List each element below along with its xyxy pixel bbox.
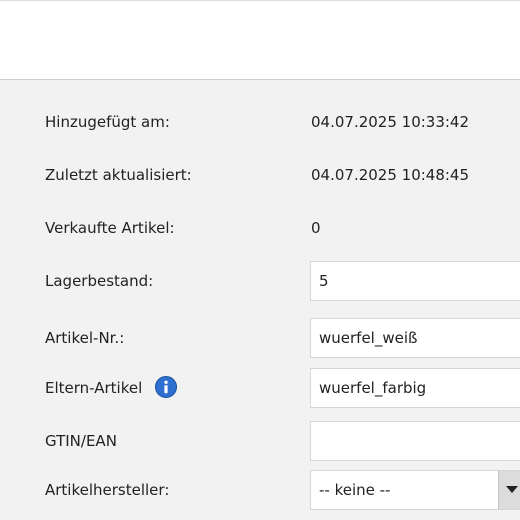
stock-label: Lagerbestand: bbox=[45, 272, 154, 290]
row-manufacturer: Artikelhersteller: -- keine -- bbox=[0, 470, 520, 510]
added-value: 04.07.2025 10:33:42 bbox=[311, 113, 470, 131]
row-sold: Verkaufte Artikel: 0 bbox=[0, 208, 520, 248]
gtin-input[interactable] bbox=[310, 421, 520, 461]
parent-label: Eltern-Artikel bbox=[45, 379, 143, 397]
parent-label-wrap: Eltern-Artikel bbox=[45, 368, 178, 408]
article-no-input[interactable] bbox=[310, 318, 520, 358]
manufacturer-label: Artikelhersteller: bbox=[45, 481, 170, 499]
manufacturer-select[interactable]: -- keine -- bbox=[310, 470, 520, 510]
updated-value: 04.07.2025 10:48:45 bbox=[311, 166, 470, 184]
row-added: Hinzugefügt am: 04.07.2025 10:33:42 bbox=[0, 102, 520, 142]
parent-input[interactable] bbox=[310, 368, 520, 408]
updated-label: Zuletzt aktualisiert: bbox=[45, 166, 192, 184]
chevron-down-icon[interactable] bbox=[498, 471, 520, 509]
stock-input[interactable] bbox=[310, 261, 520, 301]
header-bar bbox=[0, 0, 520, 80]
added-label: Hinzugefügt am: bbox=[45, 113, 170, 131]
gtin-label: GTIN/EAN bbox=[45, 432, 117, 450]
row-gtin: GTIN/EAN bbox=[0, 421, 520, 461]
row-article-no: Artikel-Nr.: bbox=[0, 318, 520, 358]
row-updated: Zuletzt aktualisiert: 04.07.2025 10:48:4… bbox=[0, 155, 520, 195]
row-parent: Eltern-Artikel bbox=[0, 368, 520, 408]
manufacturer-selected: -- keine -- bbox=[319, 481, 391, 499]
article-no-label: Artikel-Nr.: bbox=[45, 329, 125, 347]
article-details-form: Hinzugefügt am: 04.07.2025 10:33:42 Zule… bbox=[0, 80, 520, 520]
sold-label: Verkaufte Artikel: bbox=[45, 219, 175, 237]
sold-value: 0 bbox=[311, 219, 321, 237]
info-icon[interactable] bbox=[155, 376, 178, 398]
row-stock: Lagerbestand: bbox=[0, 261, 520, 301]
